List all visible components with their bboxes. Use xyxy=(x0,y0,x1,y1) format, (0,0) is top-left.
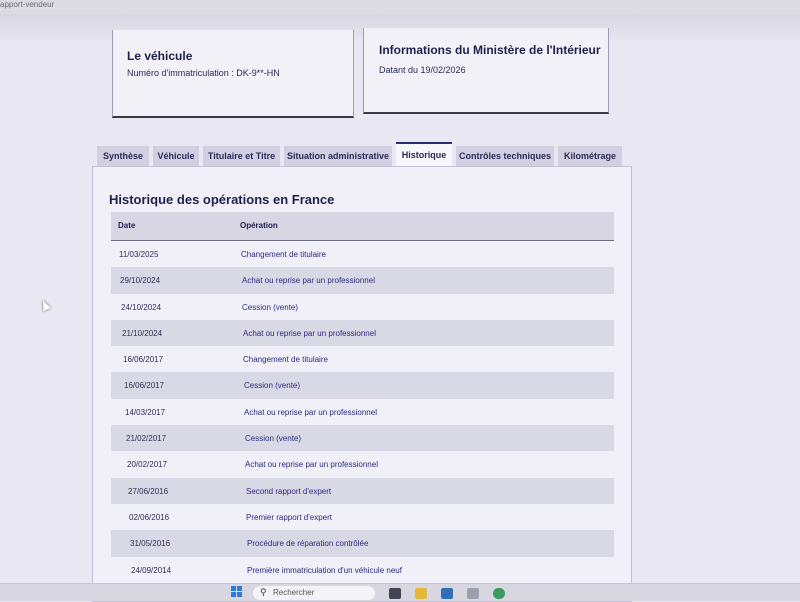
table-row: 31/05/2016 Procédure de réparation contr… xyxy=(111,530,614,557)
windows-start-icon[interactable] xyxy=(231,586,243,598)
tab-bar: Synthèse Véhicule Titulaire et Titre Sit… xyxy=(97,140,637,168)
vehicle-card-title: Le véhicule xyxy=(127,49,193,63)
tab-vehicule[interactable]: Véhicule xyxy=(153,146,199,166)
row-date: 27/06/2016 xyxy=(128,486,169,496)
row-operation: Cession (vente) xyxy=(244,381,301,391)
row-operation: Cession (vente) xyxy=(242,302,299,312)
search-icon: ⚲ xyxy=(260,587,267,597)
table-row: 16/06/2017 Changement de titulaire xyxy=(111,346,614,372)
row-operation: Changement de titulaire xyxy=(241,250,326,259)
row-date: 21/02/2017 xyxy=(126,434,167,444)
row-date: 11/03/2025 xyxy=(119,250,159,259)
row-date: 24/10/2024 xyxy=(121,302,162,312)
folder-icon[interactable] xyxy=(415,588,427,599)
ministry-card-title: Informations du Ministère de l'Intérieur xyxy=(379,43,601,57)
ministry-card: Informations du Ministère de l'Intérieur… xyxy=(363,28,609,114)
registration-number: Numéro d'immatriculation : DK-9**-HN xyxy=(127,68,280,78)
table-row: 14/03/2017 Achat ou reprise par un profe… xyxy=(111,399,614,425)
tab-controles-techniques[interactable]: Contrôles techniques xyxy=(456,146,554,166)
row-operation: Achat ou reprise par un professionnel xyxy=(242,276,375,286)
row-operation: Cession (vente) xyxy=(245,434,302,444)
row-date: 24/09/2014 xyxy=(131,565,172,575)
row-date: 16/06/2017 xyxy=(124,381,165,391)
row-date: 16/06/2017 xyxy=(123,355,164,365)
row-operation: Achat ou reprise par un professionnel xyxy=(245,460,378,470)
row-date: 20/02/2017 xyxy=(127,460,168,470)
tab-kilometrage[interactable]: Kilométrage xyxy=(558,146,622,166)
row-date: 29/10/2024 xyxy=(120,276,161,286)
column-header-operation: Opération xyxy=(240,221,278,230)
column-header-date: Date xyxy=(118,221,136,230)
row-operation: Second rapport d'expert xyxy=(246,486,332,496)
history-table-header: Date Opération xyxy=(111,212,614,241)
table-row: 02/06/2016 Premier rapport d'expert xyxy=(111,504,614,530)
table-row: 27/06/2016 Second rapport d'expert xyxy=(111,477,614,504)
row-operation: Première immatriculation d'un véhicule n… xyxy=(247,565,402,575)
table-row: 24/10/2024 Cession (vente) xyxy=(111,294,614,320)
window-icon[interactable] xyxy=(467,588,479,599)
table-row: 21/02/2017 Cession (vente) xyxy=(111,425,614,452)
table-row: 20/02/2017 Achat ou reprise par un profe… xyxy=(111,451,614,477)
table-row: 11/03/2025 Changement de titulaire xyxy=(111,241,614,267)
row-date: 31/05/2016 xyxy=(130,539,171,549)
row-date: 21/10/2024 xyxy=(122,328,163,338)
row-date: 14/03/2017 xyxy=(125,407,166,417)
table-row: 16/06/2017 Cession (vente) xyxy=(111,372,614,399)
browser-icon[interactable] xyxy=(493,588,505,599)
history-title: Historique des opérations en France xyxy=(109,192,335,207)
vehicle-card: Le véhicule Numéro d'immatriculation : D… xyxy=(112,30,354,118)
taskbar-search-label: Rechercher xyxy=(273,588,315,597)
row-date: 02/06/2016 xyxy=(129,512,170,522)
table-row: 24/09/2014 Première immatriculation d'un… xyxy=(111,557,614,583)
mouse-cursor-icon xyxy=(39,298,51,312)
calculator-icon[interactable] xyxy=(441,588,453,599)
browser-url[interactable]: apport-vendeur xyxy=(0,0,54,10)
history-panel: Historique des opérations en France Date… xyxy=(92,166,632,602)
tab-synthese[interactable]: Synthèse xyxy=(97,146,149,166)
table-row: 29/10/2024 Achat ou reprise par un profe… xyxy=(111,267,614,294)
row-operation: Premier rapport d'expert xyxy=(246,512,333,522)
browser-titlebar: apport-vendeur xyxy=(0,0,800,14)
history-table-body: 11/03/2025 Changement de titulaire 29/10… xyxy=(111,241,614,583)
row-operation: Achat ou reprise par un professionnel xyxy=(244,407,377,417)
row-operation: Changement de titulaire xyxy=(243,355,328,365)
tab-titulaire-et-titre[interactable]: Titulaire et Titre xyxy=(203,146,280,166)
tab-situation-administrative[interactable]: Situation administrative xyxy=(284,146,392,166)
row-operation: Achat ou reprise par un professionnel xyxy=(243,328,376,338)
ministry-data-date: Datant du 19/02/2026 xyxy=(379,65,466,75)
file-manager-icon[interactable] xyxy=(389,588,401,599)
tab-historique[interactable]: Historique xyxy=(396,142,452,168)
row-operation: Procédure de réparation contrôlée xyxy=(247,539,369,549)
table-row: 21/10/2024 Achat ou reprise par un profe… xyxy=(111,319,614,347)
taskbar-search-box[interactable]: ⚲ Rechercher xyxy=(253,586,375,600)
